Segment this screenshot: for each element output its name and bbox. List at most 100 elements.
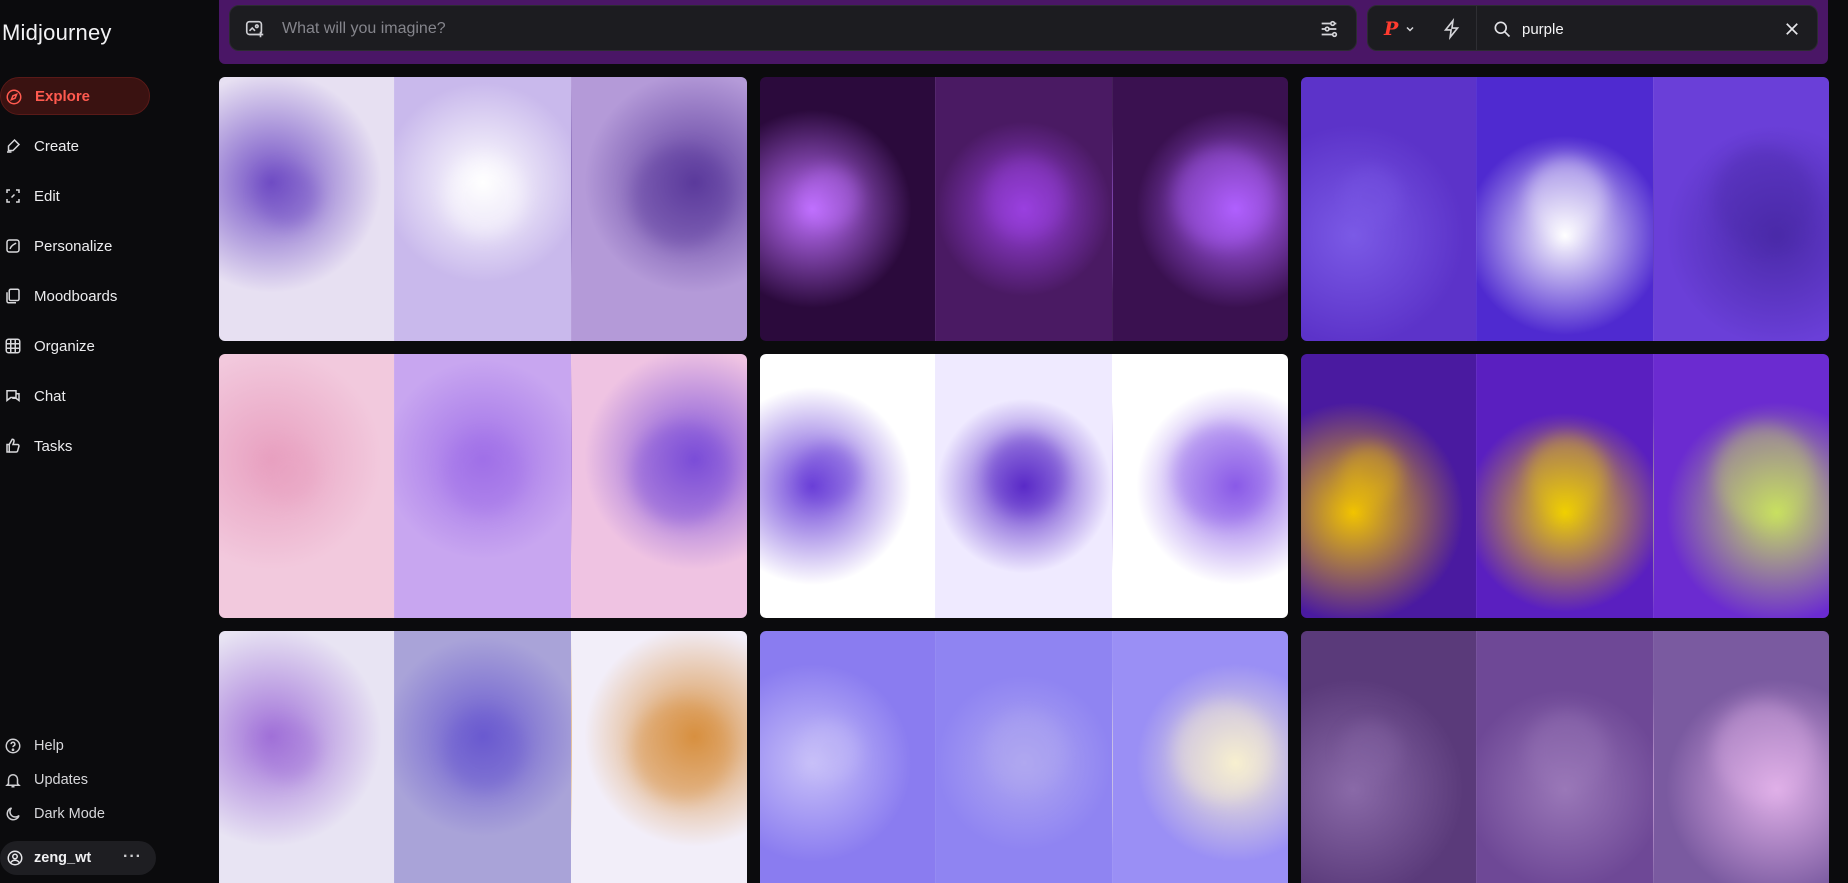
explore-gallery	[219, 0, 1829, 883]
gallery-card[interactable]	[219, 354, 747, 618]
image-tile	[760, 77, 936, 341]
nav-label: Explore	[35, 87, 91, 105]
image-tile	[1111, 631, 1288, 883]
image-detail	[1713, 701, 1814, 801]
image-detail	[259, 721, 319, 781]
image-detail	[445, 711, 526, 791]
image-tile	[1652, 631, 1829, 883]
image-detail	[1172, 701, 1273, 801]
moon-icon	[6, 807, 20, 821]
image-detail	[1713, 147, 1814, 247]
search-icon	[1494, 21, 1511, 38]
divider	[1476, 6, 1477, 50]
image-tile	[1476, 354, 1653, 618]
nav-item-explore[interactable]: Explore	[0, 77, 150, 115]
image-detail	[1527, 434, 1608, 514]
edit-frame-icon	[6, 189, 20, 203]
image-detail	[800, 167, 860, 227]
image-detail	[259, 167, 319, 227]
nav-label: Updates	[34, 772, 89, 788]
image-detail	[800, 721, 860, 781]
image-tile	[1111, 77, 1288, 341]
image-tile	[570, 354, 747, 618]
personalize-icon	[6, 239, 20, 253]
imagine-input[interactable]	[282, 16, 1262, 42]
image-detail	[1527, 157, 1608, 237]
user-avatar-icon	[7, 850, 23, 866]
image-prompt-icon[interactable]	[244, 18, 266, 40]
image-tile	[219, 77, 395, 341]
gallery-card[interactable]	[219, 631, 747, 883]
thumbs-up-icon	[6, 438, 20, 453]
image-detail	[1527, 711, 1608, 791]
imagine-bar	[229, 5, 1357, 51]
nav-label: Help	[34, 738, 64, 754]
nav-label: Edit	[34, 187, 60, 205]
gallery-card[interactable]	[219, 77, 747, 341]
nav-label: Personalize	[34, 237, 113, 255]
gallery-card[interactable]	[1301, 77, 1829, 341]
image-detail	[445, 434, 526, 514]
gallery-card[interactable]	[760, 631, 1288, 883]
nav-item-tasks[interactable]: Tasks	[0, 427, 200, 465]
image-tile	[570, 631, 747, 883]
sidebar: Midjourney Explore Create Edit Personali…	[0, 0, 200, 883]
search-input[interactable]	[1522, 17, 1762, 41]
nav-item-chat[interactable]: Chat	[0, 377, 200, 415]
close-icon[interactable]	[1783, 20, 1801, 38]
image-tile	[394, 354, 571, 618]
image-detail	[1341, 721, 1401, 781]
image-tile	[1301, 354, 1477, 618]
gallery-card[interactable]	[1301, 354, 1829, 618]
nav-label: Chat	[34, 387, 66, 405]
nav-item-updates[interactable]: Updates	[0, 767, 200, 793]
chevron-down-icon	[1406, 26, 1414, 32]
nav-label: Tasks	[34, 437, 73, 455]
nav-item-moodboards[interactable]: Moodboards	[0, 277, 200, 315]
brush-icon	[7, 138, 21, 153]
image-detail	[445, 157, 526, 237]
profile-selector[interactable]: P	[1384, 18, 1424, 40]
bell-icon	[5, 774, 21, 788]
image-tile	[1476, 77, 1653, 341]
image-detail	[1172, 147, 1273, 247]
nav-item-personalize[interactable]: Personalize	[0, 227, 200, 265]
image-detail	[1713, 424, 1814, 524]
nav-label: Moodboards	[34, 287, 118, 305]
compass-icon	[6, 89, 22, 105]
nav-item-help[interactable]: Help	[0, 733, 200, 759]
gallery-card[interactable]	[1301, 631, 1829, 883]
main-nav: Explore Create Edit Personalize Moodboar…	[0, 77, 200, 477]
bolt-icon[interactable]	[1441, 18, 1463, 40]
nav-item-create[interactable]: Create	[0, 127, 200, 165]
image-detail	[1341, 444, 1401, 504]
moodboard-icon	[6, 288, 20, 304]
image-tile	[219, 631, 395, 883]
gallery-card[interactable]	[760, 77, 1288, 341]
image-detail	[1341, 167, 1401, 227]
image-tile	[760, 631, 936, 883]
image-detail	[986, 434, 1067, 514]
nav-item-organize[interactable]: Organize	[0, 327, 200, 365]
image-detail	[259, 444, 319, 504]
brand-logo[interactable]: Midjourney	[2, 20, 112, 46]
image-detail	[986, 157, 1067, 237]
image-tile	[935, 354, 1112, 618]
image-detail	[631, 701, 732, 801]
settings-sliders-icon[interactable]	[1318, 18, 1340, 40]
image-tile	[935, 77, 1112, 341]
image-tile	[1652, 77, 1829, 341]
image-detail	[631, 147, 732, 247]
image-detail	[986, 711, 1067, 791]
grid-icon	[5, 338, 21, 354]
search-bar: P	[1367, 5, 1818, 51]
gallery-card[interactable]	[760, 354, 1288, 618]
image-tile	[1111, 354, 1288, 618]
image-tile	[570, 77, 747, 341]
image-tile	[1476, 631, 1653, 883]
more-options-icon[interactable]: ···	[123, 848, 142, 866]
user-menu[interactable]: zeng_wt ···	[0, 841, 156, 875]
nav-item-dark-mode[interactable]: Dark Mode	[0, 801, 200, 827]
nav-label: Create	[34, 137, 80, 155]
nav-item-edit[interactable]: Edit	[0, 177, 200, 215]
